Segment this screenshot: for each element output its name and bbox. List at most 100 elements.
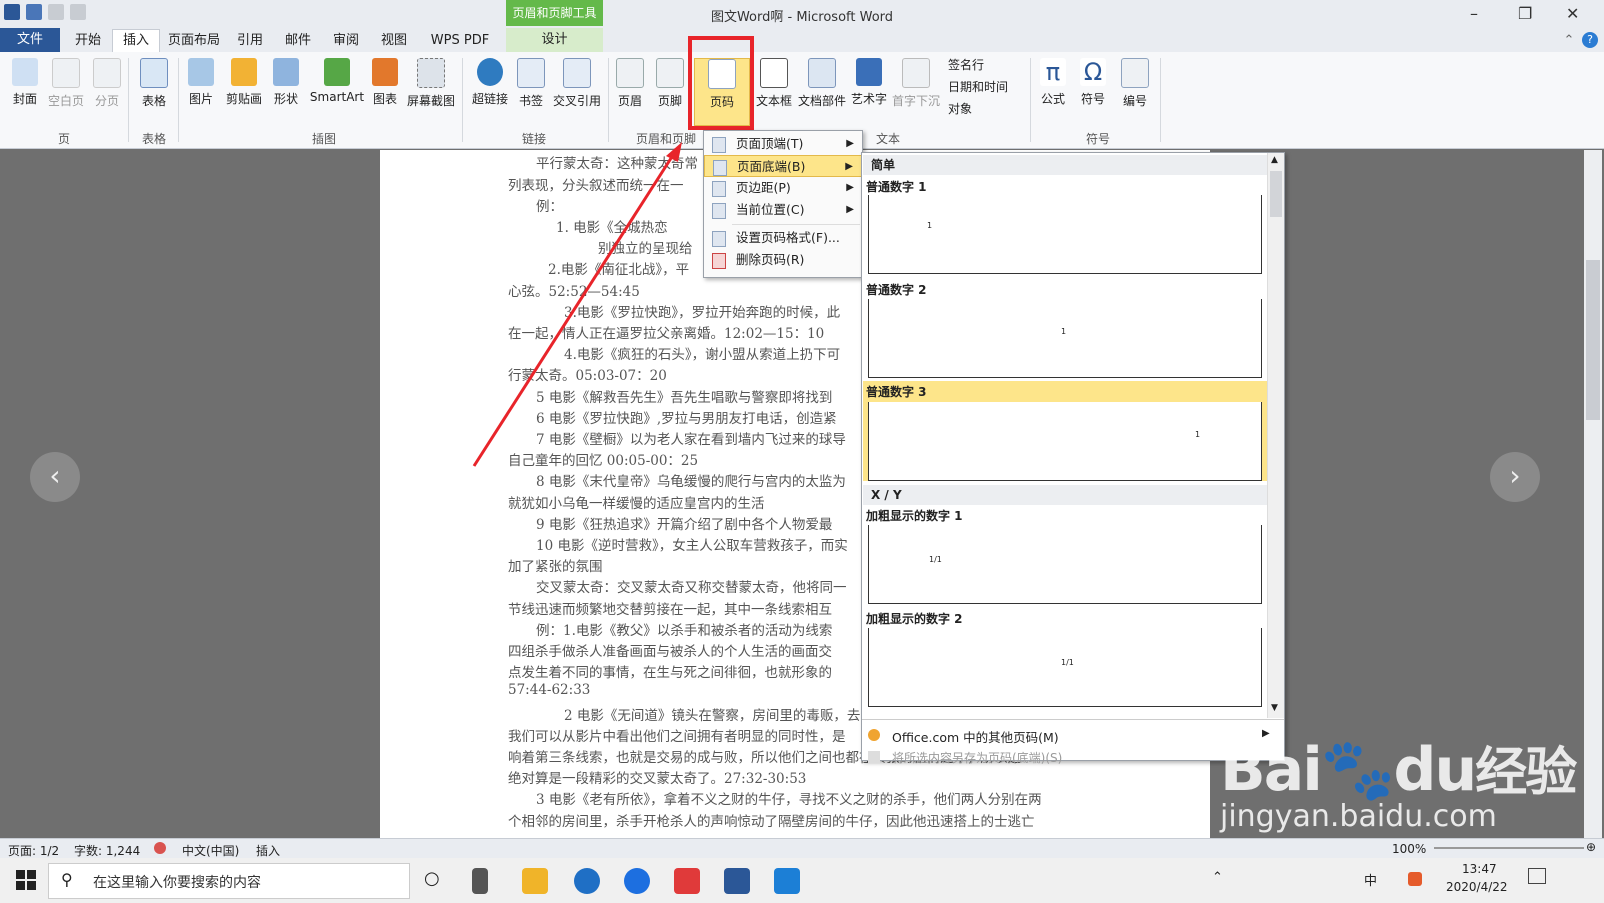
shapes-button[interactable]: 形状 <box>270 58 302 124</box>
page-number-menu: 页面顶端(T) ▶ 页面底端(B) ▶ 页边距(P) ▶ 当前位置(C) ▶ 设置页码格… <box>703 130 863 278</box>
cross-reference-button[interactable]: 交叉引用 <box>550 58 604 124</box>
tab-home[interactable]: 开始 <box>68 30 108 52</box>
doc-line: 四组杀手做杀人准备画面与被杀人的个人生活的画面交 <box>508 644 832 660</box>
submenu-arrow-icon: ▶ <box>846 138 854 149</box>
gallery-item-bold-number-2[interactable]: 1/1 <box>868 628 1262 707</box>
object-button[interactable]: 对象 <box>948 100 972 117</box>
tab-insert[interactable]: 插入 <box>112 29 160 54</box>
text-box-icon <box>760 58 788 88</box>
menu-item-top-of-page[interactable]: 页面顶端(T) ▶ <box>704 133 862 155</box>
page-margin-icon <box>712 181 726 197</box>
screenshot-button[interactable]: 屏幕截图 <box>404 58 458 124</box>
clock-time[interactable]: 13:47 <box>1462 862 1497 876</box>
zoom-in-icon[interactable]: ⊕ <box>1586 840 1596 854</box>
insert-mode[interactable]: 插入 <box>256 842 280 859</box>
gallery-item-plain-number-1[interactable]: 1 <box>868 195 1262 274</box>
vertical-scrollbar[interactable] <box>1584 150 1602 838</box>
gallery-item-plain-number-2[interactable]: 1 <box>868 299 1262 378</box>
scrollbar-thumb[interactable] <box>1586 260 1600 420</box>
text-box-button[interactable]: 文本框 <box>754 58 794 124</box>
phone-app-icon[interactable] <box>774 868 800 894</box>
minimize-icon[interactable]: – <box>1470 4 1478 23</box>
header-button[interactable]: 页眉 <box>612 58 648 124</box>
signature-line-button[interactable]: 签名行 <box>948 56 984 73</box>
date-time-button[interactable]: 日期和时间 <box>948 78 1008 95</box>
windows-start-icon[interactable] <box>16 870 36 890</box>
tray-chevron-icon[interactable]: ⌃ <box>1212 870 1223 885</box>
spellcheck-icon[interactable] <box>154 842 166 854</box>
scroll-up-icon[interactable]: ▲ <box>1271 155 1278 165</box>
gallery-item-plain-number-3[interactable]: 1 <box>868 402 1262 481</box>
table-button[interactable]: 表格 <box>138 58 170 124</box>
teamviewer-icon[interactable] <box>624 868 650 894</box>
cover-page-button[interactable]: 封面 <box>8 58 42 124</box>
tab-view[interactable]: 视图 <box>376 30 412 52</box>
symbol-button[interactable]: Ω 符号 <box>1078 58 1108 124</box>
more-page-numbers-link[interactable]: Office.com 中的其他页码(M) ▶ <box>868 727 1270 745</box>
widgets-icon[interactable] <box>472 868 488 894</box>
scroll-down-icon[interactable]: ▼ <box>1271 703 1278 713</box>
hyperlink-button[interactable]: 超链接 <box>468 58 512 124</box>
next-icon[interactable]: › <box>1490 452 1540 502</box>
header-icon <box>616 58 644 88</box>
tab-references[interactable]: 引用 <box>232 30 268 52</box>
blank-page-button[interactable]: 空白页 <box>46 58 86 124</box>
page-break-button[interactable]: 分页 <box>92 58 122 124</box>
music-app-icon[interactable] <box>674 868 700 894</box>
equation-button[interactable]: π 公式 <box>1036 58 1070 124</box>
menu-item-format-page-numbers[interactable]: 设置页码格式(F)... <box>704 227 862 249</box>
clip-art-button[interactable]: 剪贴画 <box>222 58 266 124</box>
sogou-ime-icon[interactable] <box>1408 872 1422 886</box>
tab-review[interactable]: 审阅 <box>328 30 364 52</box>
tab-design[interactable]: 设计 <box>506 28 603 52</box>
picture-button[interactable]: 图片 <box>186 58 216 124</box>
numbering-button[interactable]: 编号 <box>1120 58 1150 124</box>
gallery-scrollbar-thumb[interactable] <box>1270 171 1282 217</box>
clock-date[interactable]: 2020/4/22 <box>1446 880 1508 894</box>
word-count[interactable]: 字数: 1,244 <box>74 842 140 859</box>
menu-item-bottom-of-page[interactable]: 页面底端(B) ▶ <box>704 155 862 177</box>
tab-file[interactable]: 文件 <box>0 28 60 52</box>
tab-wps-pdf[interactable]: WPS PDF <box>424 30 496 52</box>
ime-indicator[interactable]: 中 <box>1364 870 1377 889</box>
previous-icon[interactable]: ‹ <box>30 452 80 502</box>
page-number-sample: 1 <box>1061 327 1067 336</box>
smartart-button[interactable]: SmartArt <box>306 58 368 124</box>
menu-item-remove-page-numbers[interactable]: 删除页码(R) <box>704 249 862 271</box>
language[interactable]: 中文(中国) <box>182 842 239 859</box>
zoom-slider[interactable] <box>1434 847 1584 849</box>
edge-icon[interactable] <box>574 868 600 894</box>
doc-line: 例：1.电影《教父》以杀手和被杀者的活动为线索 <box>536 623 833 639</box>
restore-icon[interactable]: ❐ <box>1518 4 1532 23</box>
file-explorer-icon[interactable] <box>522 868 548 894</box>
office-online-icon <box>868 729 880 741</box>
bookmark-button[interactable]: 书签 <box>516 58 546 124</box>
menu-item-page-margins[interactable]: 页边距(P) ▶ <box>704 177 862 199</box>
chart-button[interactable]: 图表 <box>370 58 400 124</box>
menu-item-current-position[interactable]: 当前位置(C) ▶ <box>704 199 862 221</box>
submenu-arrow-icon: ▶ <box>845 161 853 172</box>
notification-icon[interactable] <box>1528 868 1546 884</box>
shapes-icon <box>273 58 299 86</box>
zoom-level[interactable]: 100% <box>1392 842 1426 856</box>
gallery-item-title: 普通数字 3 <box>866 385 927 399</box>
drop-cap-button[interactable]: 首字下沉 <box>890 58 942 124</box>
tab-mailings[interactable]: 邮件 <box>280 30 316 52</box>
close-icon[interactable]: ✕ <box>1566 4 1579 23</box>
wordart-button[interactable]: 艺术字 <box>850 58 888 124</box>
task-view-icon[interactable]: ○ <box>424 868 440 889</box>
word-taskbar-icon[interactable] <box>724 868 750 894</box>
collapse-ribbon-icon[interactable]: ⌃ <box>1562 30 1576 52</box>
gallery-item-bold-number-1[interactable]: 1/1 <box>868 525 1262 604</box>
tab-page-layout[interactable]: 页面布局 <box>164 30 224 52</box>
footer-button[interactable]: 页脚 <box>652 58 688 124</box>
paw-logo: 🐾 <box>1320 735 1396 805</box>
page-count[interactable]: 页面: 1/2 <box>8 842 59 859</box>
help-icon[interactable]: ? <box>1582 32 1598 48</box>
drop-cap-icon <box>902 58 930 88</box>
quick-parts-button[interactable]: 文档部件 <box>796 58 848 124</box>
group-text: 文本 <box>876 132 901 146</box>
taskbar-search[interactable]: ⚲ 在这里输入你要搜索的内容 <box>48 863 410 899</box>
page-number-sample: 1/1 <box>929 555 942 564</box>
gallery-scrollbar[interactable]: ▲ ▼ <box>1267 153 1284 718</box>
